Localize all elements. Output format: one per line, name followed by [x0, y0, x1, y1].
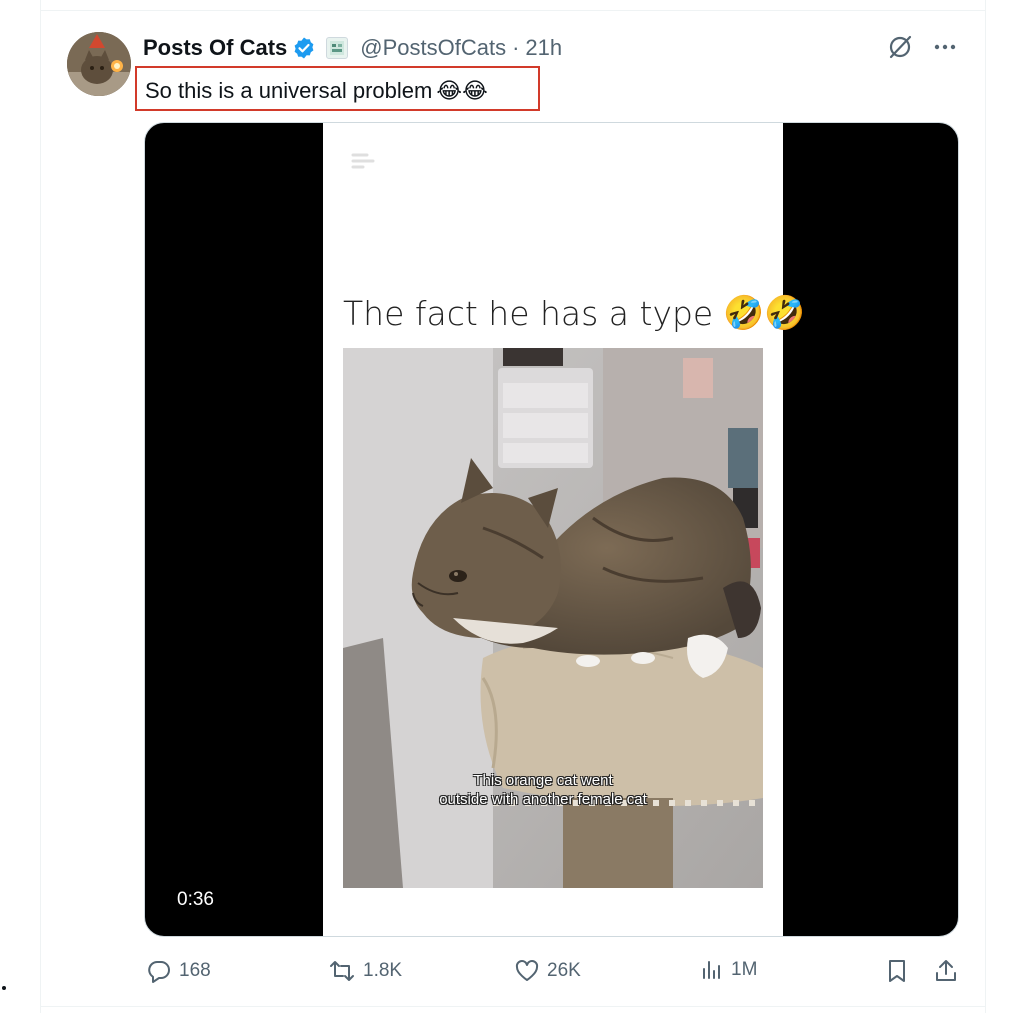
cat-video-still: This orange cat went outside with anothe…: [343, 348, 763, 888]
video-duration: 0:36: [177, 889, 214, 910]
video-frame: The fact he has a type 🤣🤣 This orange ca…: [323, 123, 805, 936]
heart-icon: [515, 959, 539, 981]
share-icon: [936, 960, 956, 981]
tweet-top-actions: [886, 33, 958, 61]
repost-count: 1.8K: [363, 960, 403, 981]
timeline-border-left: [40, 0, 41, 1013]
avatar[interactable]: [67, 32, 131, 96]
analytics-icon: [703, 961, 720, 979]
repost-icon: [330, 961, 354, 981]
tweet-timestamp[interactable]: 21h: [525, 35, 562, 61]
header-separator: ·: [512, 35, 520, 60]
bookmark-button[interactable]: [885, 958, 909, 984]
watermark-icon: [351, 153, 375, 169]
affiliate-badge-icon[interactable]: [326, 37, 349, 59]
like-count: 26K: [547, 960, 581, 981]
tweet-divider-bottom: [40, 1006, 986, 1007]
video-subtitle-line-2: outside with another female cat: [439, 791, 647, 808]
tweet-header: Posts Of Cats @PostsOfCats · 21h: [143, 32, 562, 64]
video-caption: The fact he has a type 🤣🤣: [343, 293, 805, 333]
view-count: 1M: [731, 959, 758, 980]
tweet-action-bar: 168 1.8K 26K 1M: [0, 958, 1024, 988]
video-caption-emoji: 🤣🤣: [723, 293, 806, 332]
bookmark-icon: [889, 960, 905, 982]
reply-icon: [148, 961, 170, 983]
video-subtitle-line-1: This orange cat went: [473, 772, 613, 789]
share-button[interactable]: [933, 958, 959, 984]
reply-count: 168: [179, 960, 211, 981]
author-handle[interactable]: @PostsOfCats: [360, 35, 506, 61]
timeline-border-right: [985, 0, 986, 1013]
like-button[interactable]: 26K: [514, 958, 581, 984]
tweet-text-highlighted: So this is a universal problem 😂😂: [135, 66, 540, 111]
grok-icon[interactable]: [886, 33, 914, 61]
verified-badge-icon: [292, 36, 316, 60]
tweet-text: So this is a universal problem: [145, 77, 433, 103]
tweet-divider-top: [40, 10, 986, 11]
views-button[interactable]: 1M: [700, 958, 757, 982]
author-display-name[interactable]: Posts Of Cats: [143, 35, 287, 61]
avatar-cat-photo: [67, 32, 131, 96]
video-caption-text: The fact he has a type: [343, 293, 714, 333]
video-player[interactable]: The fact he has a type 🤣🤣 This orange ca…: [144, 122, 959, 937]
tweet-text-emoji: 😂😂: [436, 77, 488, 103]
more-options-icon[interactable]: [932, 34, 958, 60]
reply-button[interactable]: 168: [146, 958, 211, 984]
repost-button[interactable]: 1.8K: [328, 958, 402, 984]
